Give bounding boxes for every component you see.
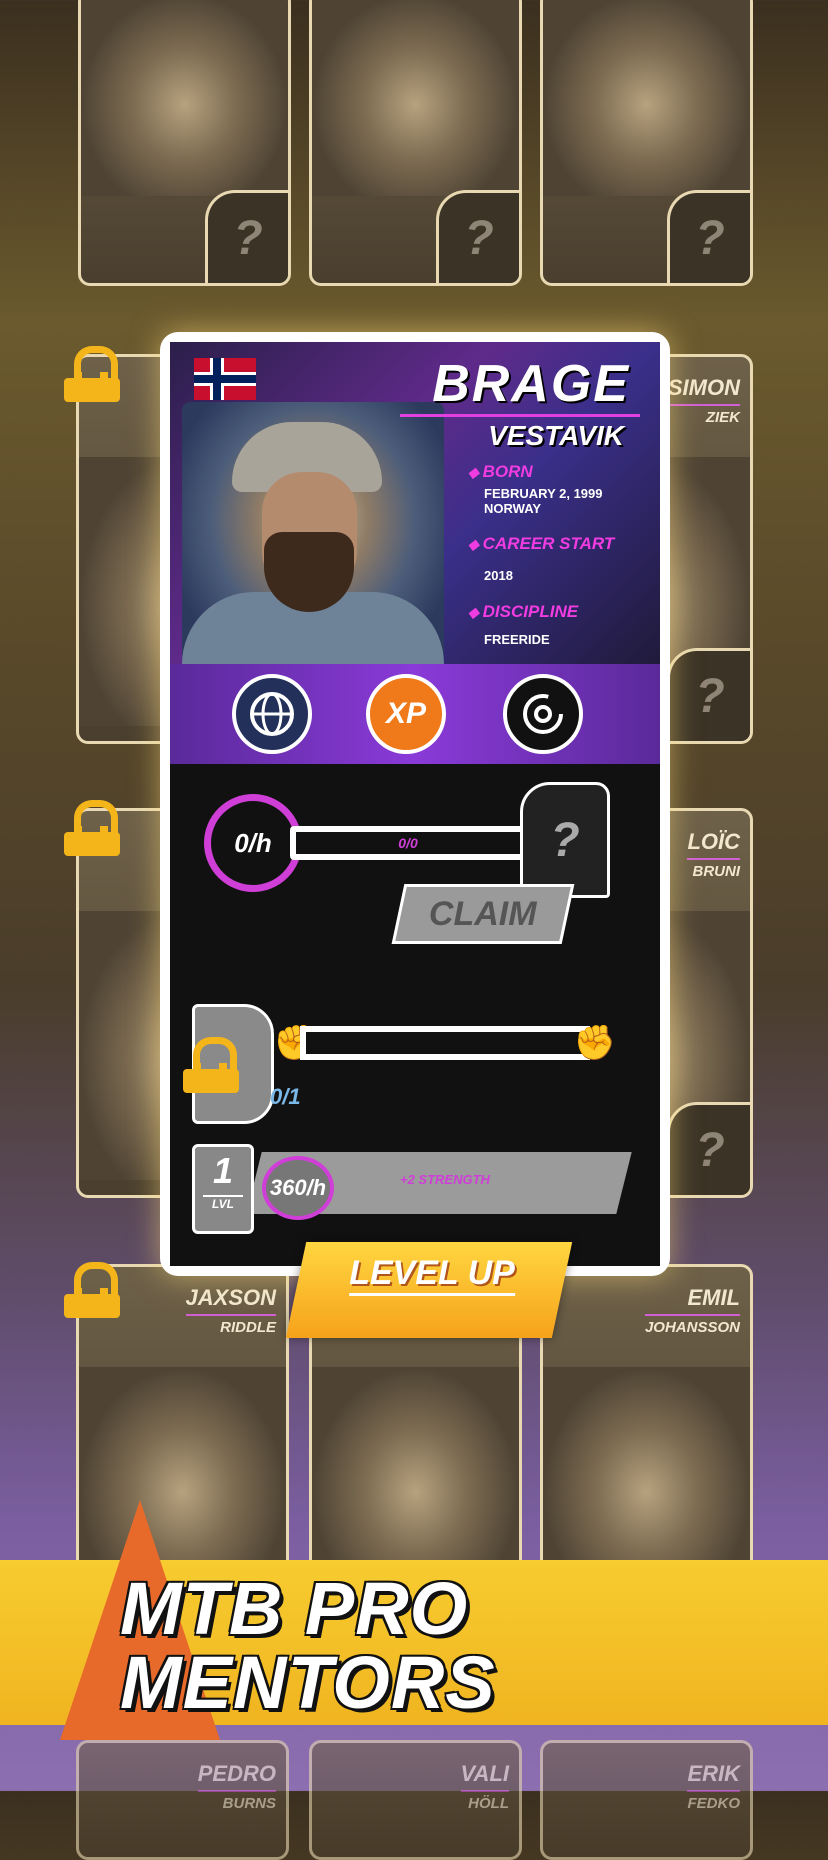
level-up-label: LEVEL UP [349, 1254, 516, 1296]
unlock-progress: 0/1 [270, 1084, 301, 1109]
refresh-icon [523, 694, 563, 734]
banner-title-line1: MTB PRO [120, 1567, 469, 1650]
mentor-name: EMIL JOHANSSON [644, 1285, 740, 1336]
mentor-portrait [81, 0, 288, 196]
mentor-card[interactable]: ? [309, 0, 522, 286]
mentor-name: ERIK FEDKO [687, 1761, 740, 1812]
level-tile: 1 LVL [192, 1144, 254, 1234]
unknown-corner: ? [667, 1102, 750, 1195]
mentor-portrait [312, 0, 519, 196]
lock-icon [62, 346, 122, 416]
globe-icon [250, 692, 294, 736]
level-reward: +2 STRENGTH [400, 1172, 490, 1187]
mentor-card[interactable]: ? [78, 0, 291, 286]
mentor-first-name: BRAGE [432, 355, 630, 413]
mentor-card[interactable]: EMIL JOHANSSON [540, 1264, 753, 1594]
progress-panel: 0/h 0/0 ? CLAIM ✊ ✊ 0/1 1 LVL 360/h +2 S… [170, 764, 660, 1266]
globe-button[interactable] [232, 674, 312, 754]
born-info: BORN FEBRUARY 2, 1999 NORWAY [468, 462, 603, 516]
mentor-portrait [543, 0, 750, 196]
lock-icon [62, 1262, 122, 1332]
discipline-info: DISCIPLINE FREERIDE [468, 602, 578, 647]
name-divider [400, 414, 640, 417]
refresh-button[interactable] [503, 674, 583, 754]
action-icons: XP [170, 664, 660, 764]
mentor-name: JAXSON RIDDLE [185, 1285, 276, 1336]
mentor-card[interactable]: ERIK FEDKO [540, 1740, 753, 1860]
xp-progress-bar: 0/0 [290, 826, 526, 860]
unknown-corner: ? [667, 190, 750, 283]
unlock-tile [183, 1004, 274, 1124]
promo-banner: MTB PRO MENTORS [0, 1500, 828, 1740]
unknown-corner: ? [436, 190, 519, 283]
mentor-name: VALI HÖLL [460, 1761, 509, 1812]
career-info: CAREER START 2018 [468, 534, 615, 583]
mentor-card[interactable]: VALI HÖLL [309, 1740, 522, 1860]
mentor-card[interactable]: PEDRO BURNS [76, 1740, 289, 1860]
mentor-portrait [182, 402, 444, 664]
mentor-header: BRAGE VESTAVIK BORN FEBRUARY 2, 1999 NOR… [170, 342, 660, 664]
fist-icon: ✊ [573, 1024, 617, 1062]
norway-flag-icon [194, 358, 256, 400]
mentor-name: PEDRO BURNS [197, 1761, 276, 1812]
mentor-last-name: VESTAVIK [488, 420, 624, 451]
claim-button[interactable]: CLAIM [391, 884, 575, 944]
level-up-button[interactable]: LEVEL UP [285, 1242, 573, 1338]
mentor-name: SIMON ZIEK [667, 375, 740, 426]
banner-title-line2: MENTORS [120, 1641, 496, 1724]
lock-icon [181, 1037, 241, 1107]
unknown-corner: ? [205, 190, 288, 283]
mentor-card[interactable]: ? [540, 0, 753, 286]
level-rate: 360/h [262, 1156, 334, 1220]
unknown-corner: ? [667, 648, 750, 741]
xp-label: XP [385, 697, 427, 730]
mentor-name: LOÏC BRUNI [687, 829, 740, 880]
mystery-reward: ? [520, 782, 610, 898]
earn-rate: 0/h [204, 794, 302, 892]
unlock-progress-bar [300, 1026, 590, 1060]
xp-button[interactable]: XP [366, 674, 446, 754]
mentor-detail-card: BRAGE VESTAVIK BORN FEBRUARY 2, 1999 NOR… [160, 332, 670, 1276]
lock-icon [62, 800, 122, 870]
